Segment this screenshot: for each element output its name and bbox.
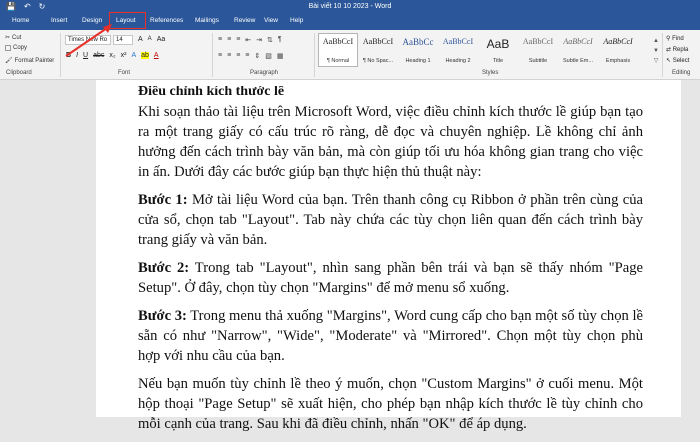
document-content[interactable]: Điều chỉnh kích thước lề Khi soạn thảo t… [138,86,643,442]
annotation-arrow [65,24,112,57]
paragraph-intro: Khi soạn thảo tài liệu trên Microsoft Wo… [138,104,643,180]
document-area: Điều chỉnh kích thước lề Khi soạn thảo t… [0,80,700,432]
paragraph-custom-margins: Nếu bạn muốn tùy chỉnh lề theo ý muốn, c… [138,376,643,432]
document-page[interactable]: Điều chỉnh kích thước lề Khi soạn thảo t… [96,80,681,432]
paragraph-step-3: Bước 3: Trong menu thả xuống "Margins", … [138,308,643,364]
paragraph-step-1: Bước 1: Mở tài liệu Word của bạn. Trên t… [138,192,644,248]
paragraph-step-2: Bước 2: Trong tab "Layout", nhìn sang ph… [138,260,643,296]
document-heading: Điều chỉnh kích thước lề [138,86,285,98]
